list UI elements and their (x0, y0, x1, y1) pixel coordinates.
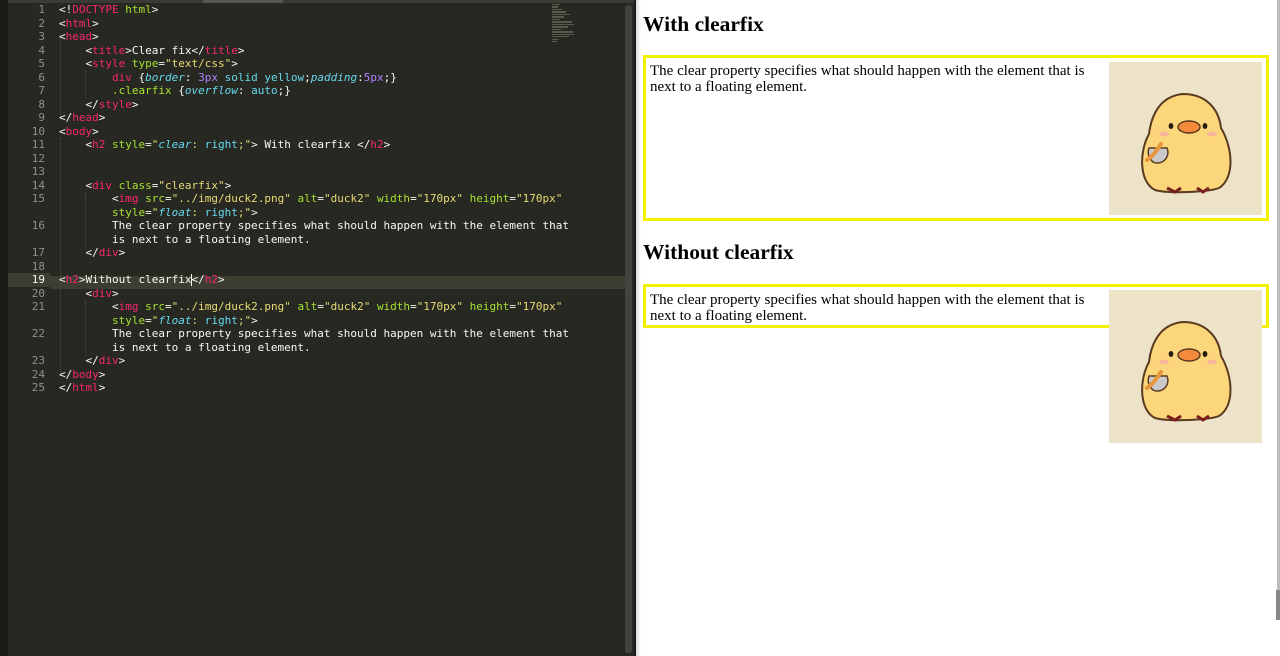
code-line: </div> (59, 354, 126, 367)
code-line: <h2>Without clearfix</h2> (59, 273, 225, 286)
line-number (8, 314, 50, 328)
duck-image (1109, 290, 1262, 443)
preview-window-edge (1276, 590, 1280, 620)
line-number: 17 (31, 246, 45, 259)
code-line: <head> (59, 30, 99, 43)
code-line: <div class="clearfix"> (59, 178, 232, 192)
code-text[interactable]: <!DOCTYPE html> <html> <head> <title>Cle… (59, 3, 569, 395)
code-line: <img src="../img/duck2.png" alt="duck2" … (59, 300, 563, 313)
line-number: 14 (31, 178, 45, 192)
code-line: div {border: 3px solid yellow;padding:5p… (111, 70, 397, 84)
line-number: 4 (38, 43, 45, 57)
code-line: <title>Clear fix</title> (59, 43, 245, 57)
line-number: 13 (31, 165, 45, 178)
line-number: 9 (38, 111, 45, 124)
code-line: </body> (59, 367, 106, 381)
line-number: 15 (31, 192, 45, 205)
line-number: 22 (31, 327, 45, 340)
editor-side-strip (0, 0, 8, 656)
minimap[interactable] (552, 4, 574, 54)
code-line: <style type="text/css"> (59, 57, 238, 70)
duck-illustration (1141, 92, 1232, 194)
code-line: The clear property specifies what should… (59, 327, 569, 340)
code-line: style="float: right;"> (111, 313, 258, 327)
code-line: <h2 style="clear: right;"> With clearfix… (59, 138, 391, 151)
text-cursor (190, 274, 192, 286)
line-number: 19 (8, 273, 50, 287)
duck-illustration (1141, 320, 1232, 422)
line-number: 2 (38, 16, 45, 30)
code-line: </div> (59, 246, 126, 259)
code-line: .clearfix {overflow: auto;} (111, 84, 291, 97)
line-number (8, 341, 50, 355)
line-number: 24 (31, 367, 45, 381)
code-line: </head> (59, 111, 106, 124)
line-number: 21 (31, 300, 45, 313)
code-editor[interactable]: 1 2 3 4 5 6 7 8 9 10 11 12 13 14 15 16 17 18 19 20 21 22 23 24 2… (0, 0, 634, 656)
duck-image (1109, 62, 1262, 215)
line-number: 11 (31, 138, 45, 151)
code-line: is next to a floating element. (59, 340, 311, 354)
code-line: </html> (59, 381, 106, 394)
code-line: style="float: right;"> (111, 205, 258, 219)
line-number (8, 233, 50, 247)
browser-preview: With clearfix The clear property specifi… (636, 0, 1280, 656)
line-number: 18 (31, 259, 45, 273)
line-number: 20 (31, 286, 45, 300)
line-number: 25 (31, 381, 45, 394)
line-number: 3 (38, 30, 45, 43)
line-number (8, 206, 50, 220)
line-number: 7 (38, 84, 45, 97)
code-line: <!DOCTYPE html> (59, 3, 159, 16)
editor-scrollbar[interactable] (625, 5, 632, 653)
code-line: <html> (59, 16, 99, 30)
line-number: 5 (38, 57, 45, 70)
code-line: </style> (59, 97, 139, 111)
heading-without-clearfix: Without clearfix (643, 240, 794, 264)
line-number: 12 (31, 151, 45, 165)
heading-with-clearfix: With clearfix (643, 12, 764, 36)
line-number: 23 (31, 354, 45, 367)
line-number: 6 (38, 70, 45, 84)
line-number: 10 (31, 124, 45, 138)
code-line: is next to a floating element. (59, 232, 311, 246)
line-number: 8 (38, 97, 45, 111)
code-line: <img src="../img/duck2.png" alt="duck2" … (59, 192, 563, 205)
preview-shadow (636, 0, 641, 656)
line-number-gutter: 1 2 3 4 5 6 7 8 9 10 11 12 13 14 15 16 17 18 19 20 21 22 23 24 2… (8, 3, 50, 395)
line-number: 16 (31, 219, 45, 232)
code-line: The clear property specifies what should… (59, 219, 569, 232)
line-number: 1 (38, 3, 45, 16)
code-line: <body> (59, 124, 99, 138)
code-line: <div> (59, 286, 119, 300)
